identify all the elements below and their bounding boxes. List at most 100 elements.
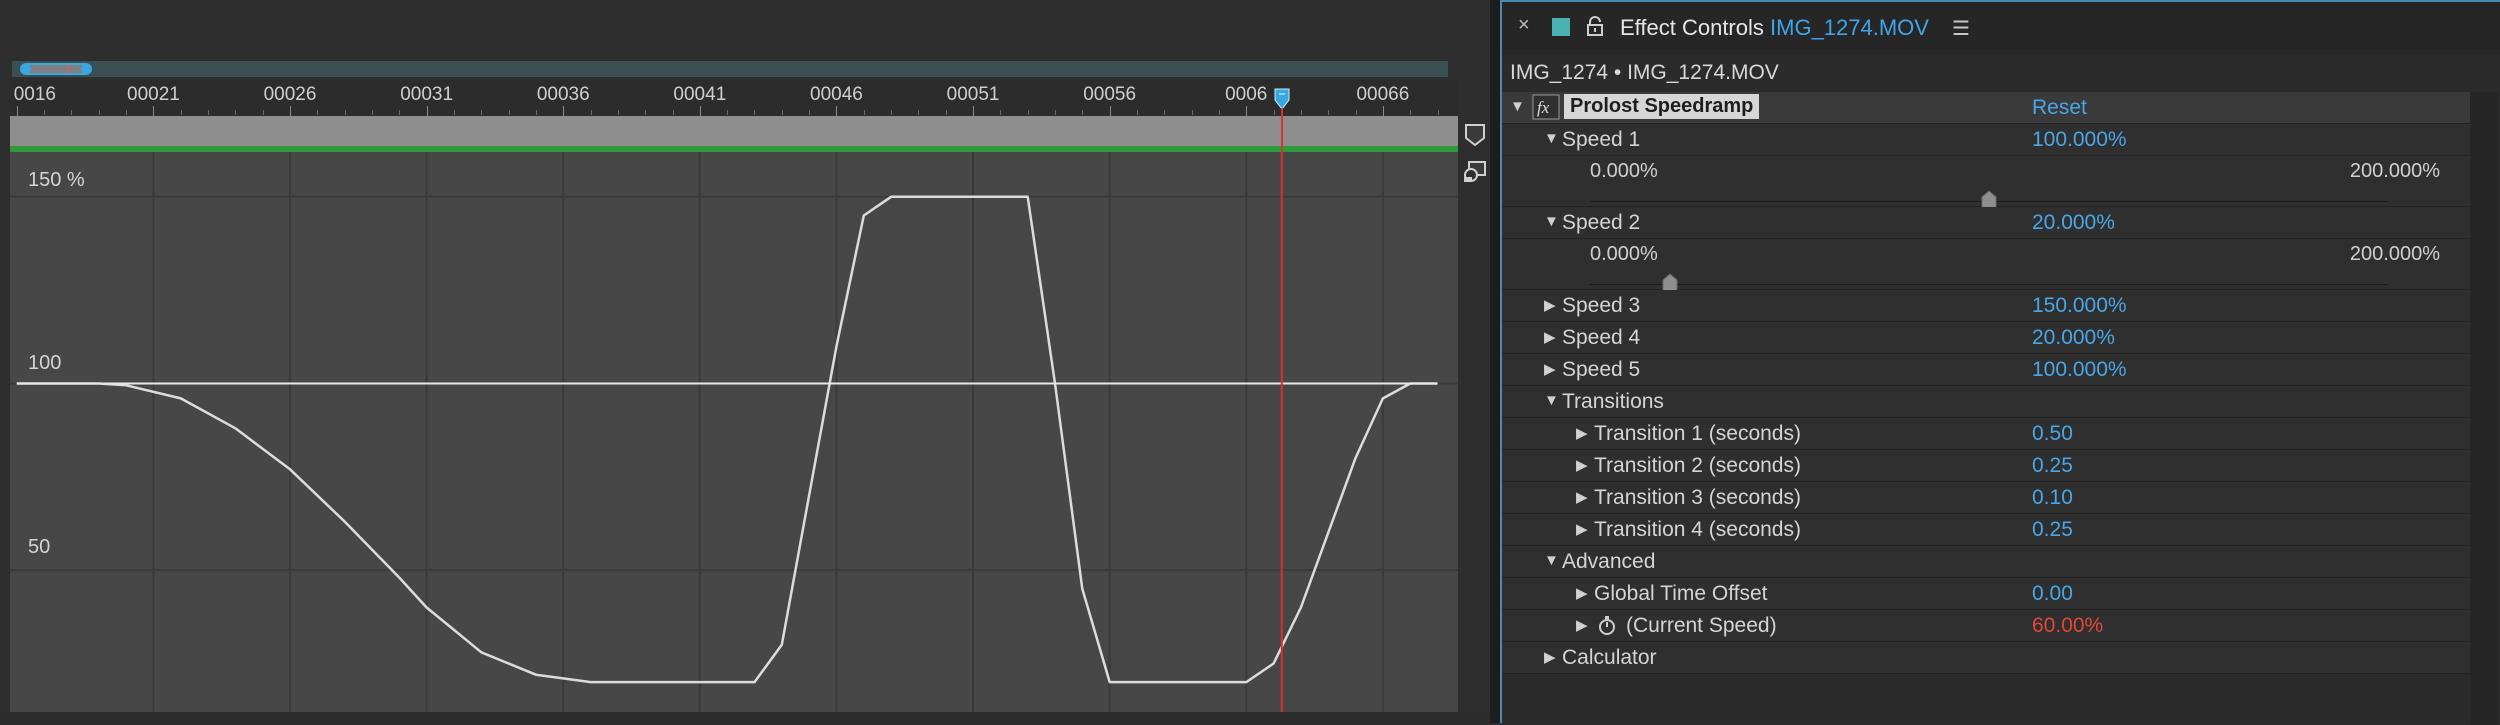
ruler-minor-tick <box>344 110 346 115</box>
ruler-minor-tick <box>863 110 865 115</box>
ruler-minor-tick <box>1164 110 1166 115</box>
panel-title: Effect Controls IMG_1274.MOV <box>1620 15 1929 41</box>
property-value[interactable]: 0.25 <box>2032 518 2073 542</box>
scrollbar[interactable] <box>2470 92 2498 725</box>
reset-button[interactable]: Reset <box>2032 96 2087 120</box>
ruler-minor-tick <box>1191 110 1193 115</box>
ruler-tick-label: 00041 <box>673 84 727 105</box>
twirl-right-icon[interactable]: ▶ <box>1544 296 1556 314</box>
effect-name[interactable]: Prolost Speedramp <box>1564 94 1760 119</box>
stopwatch-icon[interactable] <box>1598 616 1616 636</box>
ruler-minor-tick <box>809 110 811 115</box>
speed-graph[interactable] <box>10 152 1458 712</box>
twirl-right-icon[interactable]: ▶ <box>1576 488 1588 506</box>
ruler-minor-tick <box>891 110 893 115</box>
property-row-transition-1[interactable]: ▶ Transition 1 (seconds) 0.50 <box>1502 418 2470 450</box>
ruler-tick <box>426 106 428 116</box>
property-row-transition-3[interactable]: ▶ Transition 3 (seconds) 0.10 <box>1502 482 2470 514</box>
ruler-minor-tick <box>1437 110 1439 115</box>
property-value[interactable]: 20.000% <box>2032 326 2115 350</box>
property-group-calculator[interactable]: ▶ Calculator <box>1502 642 2470 674</box>
property-row-speed-2[interactable]: ▼ Speed 2 20.000% <box>1502 207 2470 239</box>
twirl-right-icon[interactable]: ▶ <box>1544 328 1556 346</box>
twirl-down-icon[interactable]: ▼ <box>1544 552 1559 569</box>
ruler-tick-label: 00026 <box>263 84 317 105</box>
slider-min-label: 0.000% <box>1590 160 1658 182</box>
lock-icon[interactable] <box>1586 16 1604 36</box>
twirl-down-icon[interactable]: ▼ <box>1544 130 1559 147</box>
twirl-down-icon[interactable]: ▼ <box>1544 392 1559 409</box>
property-value[interactable]: 100.000% <box>2032 128 2127 152</box>
twirl-right-icon[interactable]: ▶ <box>1576 616 1588 634</box>
comp-marker-icon[interactable] <box>1464 123 1486 147</box>
twirl-right-icon[interactable]: ▶ <box>1544 360 1556 378</box>
ruler-tick-label: 00051 <box>946 84 1000 105</box>
y-label-150: 150 % <box>28 169 85 191</box>
property-value[interactable]: 20.000% <box>2032 211 2115 235</box>
property-value[interactable]: 150.000% <box>2032 294 2127 318</box>
property-row-speed-5[interactable]: ▶ Speed 5 100.000% <box>1502 354 2470 386</box>
twirl-down-icon[interactable]: ▼ <box>1544 213 1559 230</box>
ruler-tick-label: 0006 <box>1225 84 1268 105</box>
effect-header-row[interactable]: ▼ fx Prolost Speedramp Reset <box>1502 92 2470 124</box>
ruler-minor-tick <box>617 110 619 115</box>
ruler-minor-tick <box>1273 110 1275 115</box>
panel-title-prefix: Effect Controls <box>1620 15 1764 40</box>
slider-row-speed-2: 0.000% 200.000% <box>1502 239 2470 293</box>
graph-snapshot-icon[interactable] <box>1462 160 1488 184</box>
ruler-minor-tick <box>945 110 947 115</box>
ruler-minor-tick <box>372 110 373 115</box>
property-group-transitions[interactable]: ▼ Transitions <box>1502 386 2470 418</box>
property-label: Speed 2 <box>1562 211 1641 234</box>
ruler-minor-tick <box>1027 110 1029 115</box>
timeline-navigator-bar[interactable] <box>12 61 1448 77</box>
property-row-speed-4[interactable]: ▶ Speed 4 20.000% <box>1502 322 2470 354</box>
panel-tab[interactable]: × Effect Controls IMG_1274.MOV ☰ <box>1502 2 2500 54</box>
ruler-minor-tick <box>781 110 783 115</box>
ruler-minor-tick <box>453 110 455 115</box>
property-row-current-speed[interactable]: ▶ (Current Speed) 60.00% <box>1502 610 2470 642</box>
property-row-global-time-offset[interactable]: ▶ Global Time Offset 0.00 <box>1502 578 2470 610</box>
property-value[interactable]: 0.50 <box>2032 422 2073 446</box>
panel-title-layer[interactable]: IMG_1274.MOV <box>1770 15 1929 40</box>
property-group-advanced[interactable]: ▼ Advanced <box>1502 546 2470 578</box>
panel-divider[interactable] <box>1490 0 1500 723</box>
property-value[interactable]: 0.10 <box>2032 486 2073 510</box>
fx-toggle-icon[interactable]: fx <box>1532 94 1560 120</box>
panel-menu-icon[interactable]: ☰ <box>1952 16 1970 41</box>
twirl-down-icon[interactable]: ▼ <box>1510 98 1525 115</box>
playhead-marker-icon[interactable] <box>1274 88 1290 110</box>
twirl-right-icon[interactable]: ▶ <box>1576 456 1588 474</box>
ruler-minor-tick <box>126 110 128 115</box>
property-row-transition-2[interactable]: ▶ Transition 2 (seconds) 0.25 <box>1502 450 2470 482</box>
effect-controls-panel: × Effect Controls IMG_1274.MOV ☰ IMG_127… <box>1500 0 2500 725</box>
property-row-transition-4[interactable]: ▶ Transition 4 (seconds) 0.25 <box>1502 514 2470 546</box>
ruler-minor-tick <box>1218 110 1220 115</box>
work-area-bar[interactable] <box>10 116 1458 146</box>
slider-max-label: 200.000% <box>2349 243 2440 265</box>
property-value[interactable]: 100.000% <box>2032 358 2127 382</box>
ruler-minor-tick <box>1082 110 1084 115</box>
ruler-tick <box>563 106 565 116</box>
property-row-speed-1[interactable]: ▼ Speed 1 100.000% <box>1502 124 2470 156</box>
navigator-zoom-handle[interactable] <box>20 63 92 75</box>
property-value[interactable]: 0.25 <box>2032 454 2073 478</box>
twirl-right-icon[interactable]: ▶ <box>1576 520 1588 538</box>
close-icon[interactable]: × <box>1518 14 1530 37</box>
navigator-end-cap[interactable] <box>81 64 91 74</box>
property-value[interactable]: 0.00 <box>2032 582 2073 606</box>
label-color-swatch[interactable] <box>1552 18 1570 36</box>
property-label: Transition 3 (seconds) <box>1594 486 1801 509</box>
ruler-minor-tick <box>508 110 510 115</box>
twirl-right-icon[interactable]: ▶ <box>1576 424 1588 442</box>
twirl-right-icon[interactable]: ▶ <box>1576 584 1588 602</box>
property-row-speed-3[interactable]: ▶ Speed 3 150.000% <box>1502 290 2470 322</box>
slider-track[interactable] <box>1590 284 2388 285</box>
twirl-right-icon[interactable]: ▶ <box>1544 648 1556 666</box>
speed-graph-svg <box>10 152 1458 712</box>
property-label: (Current Speed) <box>1626 614 1777 637</box>
ruler-minor-tick <box>727 110 729 115</box>
navigator-start-cap[interactable] <box>21 64 31 74</box>
property-label: Transition 2 (seconds) <box>1594 454 1801 477</box>
graph-editor-panel: 0016 00021 00026 00031 00036 00041 00046 00051 0… <box>0 0 1490 723</box>
